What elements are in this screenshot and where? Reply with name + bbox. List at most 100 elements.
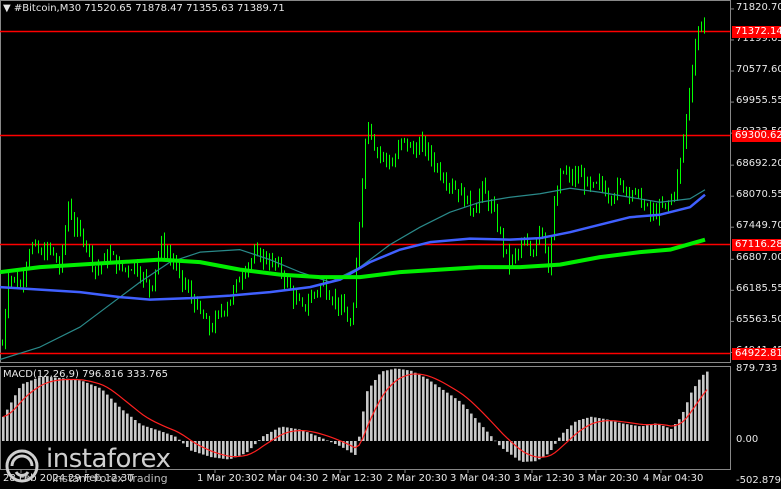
macd-histogram-bar xyxy=(290,428,293,441)
price-axis-label: 66807.00 xyxy=(736,252,781,264)
macd-histogram-bar xyxy=(162,432,165,441)
macd-histogram-bar xyxy=(542,441,545,457)
instaforex-icon xyxy=(5,449,39,483)
macd-histogram-bar xyxy=(534,441,537,462)
macd-histogram-bar xyxy=(702,374,705,441)
macd-histogram-bar xyxy=(690,392,693,441)
time-axis-label: 4 Mar 04:30 xyxy=(643,473,704,484)
macd-histogram-bar xyxy=(610,420,613,441)
time-axis-label: 2 Mar 04:30 xyxy=(258,473,319,484)
macd-histogram-bar xyxy=(286,427,289,441)
macd-histogram-bar xyxy=(378,374,381,441)
macd-histogram-bar xyxy=(86,382,89,441)
time-axis-label: 1 Mar 20:30 xyxy=(197,473,258,484)
macd-histogram-bar xyxy=(258,440,261,441)
ohlc-close: 71389.71 xyxy=(237,3,285,14)
macd-histogram-bar xyxy=(30,380,33,441)
macd-histogram-bar xyxy=(514,441,517,458)
level-price-tag: 67116.28 xyxy=(732,238,781,251)
macd-histogram-bar xyxy=(234,441,237,458)
macd-histogram-bar xyxy=(318,436,321,441)
macd-histogram-bar xyxy=(2,416,5,441)
macd-histogram-bar xyxy=(414,372,417,441)
macd-histogram-bar xyxy=(138,423,141,441)
level-price-tag: 64922.81 xyxy=(732,347,781,360)
macd-indicator-label: MACD(12,26,9) 796.816 333.765 xyxy=(3,369,169,380)
macd-histogram-bar xyxy=(18,388,21,441)
level-price-tag: 71372.14 xyxy=(732,25,781,38)
macd-histogram-bar xyxy=(614,421,617,441)
macd-histogram-bar xyxy=(250,441,253,449)
macd-histogram-bar xyxy=(646,425,649,441)
macd-histogram-bar xyxy=(222,441,225,459)
macd-histogram-bar xyxy=(686,402,689,441)
macd-histogram-bar xyxy=(82,381,85,441)
macd-histogram-bar xyxy=(566,429,569,441)
macd-histogram-bar xyxy=(130,416,133,441)
macd-histogram-bar xyxy=(698,379,701,441)
macd-histogram-bar xyxy=(426,378,429,441)
macd-histogram-bar xyxy=(574,421,577,441)
macd-axis-label: 879.733 xyxy=(736,363,778,374)
macd-histogram-bar xyxy=(154,429,157,441)
macd-histogram-bar xyxy=(654,423,657,441)
macd-histogram-bar xyxy=(66,378,69,441)
macd-histogram-bar xyxy=(102,390,105,441)
macd-histogram-bar xyxy=(658,424,661,441)
macd-histogram-bar xyxy=(238,441,241,456)
macd-histogram-bar xyxy=(330,441,333,443)
macd-histogram-bar xyxy=(322,438,325,441)
macd-histogram-bar xyxy=(458,400,461,441)
moving-average-teal xyxy=(0,187,706,361)
moving-average-blue xyxy=(0,193,706,301)
price-axis-label: 70577.60 xyxy=(736,64,781,76)
macd-histogram-bar xyxy=(358,436,361,441)
price-axis-label: 65563.50 xyxy=(736,314,781,326)
macd-histogram-bar xyxy=(146,426,149,441)
macd-histogram-bar xyxy=(170,435,173,441)
time-axis-label: 3 Mar 20:30 xyxy=(578,473,639,484)
macd-histogram-bar xyxy=(650,424,653,441)
brand-name: instaforex xyxy=(46,444,171,474)
macd-histogram-bar xyxy=(518,441,521,461)
macd-histogram-bar xyxy=(450,395,453,441)
macd-histogram-bar xyxy=(706,371,709,441)
macd-histogram-bar xyxy=(306,432,309,441)
macd-histogram-bar xyxy=(166,433,169,441)
time-axis-label: 2 Mar 12:30 xyxy=(322,473,383,484)
macd-histogram-bar xyxy=(78,380,81,441)
macd-histogram-bar xyxy=(422,376,425,441)
price-axis-label: 69955.55 xyxy=(736,95,781,107)
macd-histogram-bar xyxy=(118,406,121,441)
symbol-arrow-icon: ▼ xyxy=(3,3,11,14)
price-chart[interactable] xyxy=(0,0,781,489)
macd-histogram-bar xyxy=(478,422,481,441)
macd-histogram-bar xyxy=(198,441,201,454)
macd-histogram-bar xyxy=(214,441,217,458)
macd-histogram-bar xyxy=(406,370,409,441)
macd-histogram-bar xyxy=(94,386,97,441)
macd-histogram-bar xyxy=(394,368,397,441)
macd-histogram-bar xyxy=(218,441,221,459)
brand-tagline: Instant Forex Trading xyxy=(52,472,168,485)
macd-histogram-bar xyxy=(410,370,413,441)
macd-histogram-bar xyxy=(110,398,113,441)
macd-histogram-bar xyxy=(430,381,433,441)
macd-histogram-bar xyxy=(338,441,341,446)
macd-axis-label: 0.00 xyxy=(736,434,759,445)
macd-histogram-bar xyxy=(678,419,681,441)
macd-histogram-bar xyxy=(634,425,637,441)
macd-histogram-bar xyxy=(142,425,145,441)
chart-symbol-info: ▼ #Bitcoin,M30 71520.65 71878.47 71355.6… xyxy=(3,3,285,14)
macd-histogram-bar xyxy=(334,441,337,444)
macd-histogram-bar xyxy=(630,424,633,441)
macd-histogram-bar xyxy=(498,441,501,446)
macd-histogram-bar xyxy=(26,382,29,441)
instaforex-logo: instaforex Instant Forex Trading xyxy=(4,444,184,486)
symbol-name: #Bitcoin,M30 xyxy=(13,3,82,14)
macd-histogram-bar xyxy=(182,441,185,444)
macd-histogram-bar xyxy=(662,425,665,441)
macd-histogram-bar xyxy=(638,426,641,441)
time-axis-label: 3 Mar 12:30 xyxy=(514,473,575,484)
price-axis-label: 66185.55 xyxy=(736,283,781,295)
